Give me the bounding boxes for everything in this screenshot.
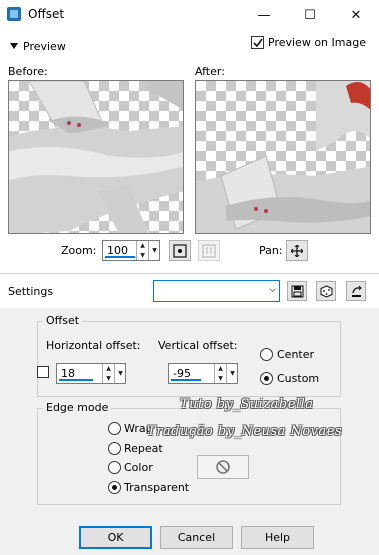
pan-move-icon <box>291 244 303 257</box>
zoom-stepper[interactable]: 100 ▲ ▼ ▼ <box>102 240 160 261</box>
edge-repeat-label: Repeat <box>124 442 163 455</box>
offset-center-label: Center <box>277 348 315 361</box>
pan-label: Pan: <box>259 244 283 257</box>
edge-transparent-radio[interactable]: Transparent <box>108 480 198 496</box>
offset-custom-label: Custom <box>277 372 320 385</box>
watermark-line-1: Tuto by_Suizabella <box>180 397 314 412</box>
psp-app-icon <box>7 7 21 21</box>
spin-down-icon: ▼ <box>218 374 223 382</box>
randomize-button[interactable] <box>316 281 336 301</box>
ok-button[interactable]: OK <box>79 526 152 549</box>
randomize-icon <box>320 284 332 298</box>
zoom-actual-icon <box>202 243 216 258</box>
cancel-button[interactable]: Cancel <box>160 526 233 549</box>
settings-row: Settings ⌵ <box>0 274 379 308</box>
horizontal-spin[interactable]: ▲ ▼ <box>102 364 114 383</box>
chevron-down-icon: ⌵ <box>269 285 276 295</box>
vertical-spin[interactable]: ▲ ▼ <box>214 364 226 383</box>
preview-panel: Preview Preview on Image Before: After: <box>0 30 379 273</box>
horizontal-dropdown[interactable]: ▼ <box>114 364 126 383</box>
vertical-underline <box>171 379 201 381</box>
zoom-underline <box>105 256 135 258</box>
horizontal-offset-label: Horizontal offset: <box>46 339 141 352</box>
chevron-down-icon <box>10 43 18 49</box>
link-offsets-checkbox[interactable] <box>37 366 49 378</box>
horizontal-offset-stepper[interactable]: 18 ▲ ▼ ▼ <box>56 363 126 384</box>
close-icon: ✕ <box>350 7 362 23</box>
dropdown-arrow-icon: ▼ <box>230 370 235 377</box>
dropdown-arrow-icon: ▼ <box>152 247 157 254</box>
help-button[interactable]: Help <box>241 526 314 549</box>
radio-circle <box>108 442 121 455</box>
edge-repeat-radio[interactable]: Repeat <box>108 441 188 457</box>
edge-color-label: Color <box>124 461 153 474</box>
after-image-content <box>196 81 370 233</box>
before-image-content <box>9 81 183 233</box>
zoom-label: Zoom: <box>61 244 97 257</box>
watermark-line-2: Tradução by_Neusa Novaes <box>147 424 343 439</box>
radio-circle-selected <box>108 481 121 494</box>
title-bar: Offset — ☐ ✕ <box>0 0 379 30</box>
vertical-dropdown[interactable]: ▼ <box>226 364 238 383</box>
vertical-offset-label: Vertical offset: <box>158 339 238 352</box>
preview-label: Preview <box>23 40 66 53</box>
minimize-button[interactable]: — <box>241 0 287 30</box>
edge-transparent-label: Transparent <box>124 481 190 494</box>
zoom-spin[interactable]: ▲ ▼ <box>136 241 148 260</box>
preset-dropdown[interactable]: ⌵ <box>153 280 280 302</box>
zoom-fit-icon <box>173 243 187 258</box>
settings-label: Settings <box>8 285 54 298</box>
pan-button[interactable] <box>286 240 308 261</box>
window-title: Offset <box>28 7 65 21</box>
maximize-button[interactable]: ☐ <box>287 0 333 30</box>
radio-circle <box>260 348 273 361</box>
before-label: Before: <box>8 65 48 78</box>
zoom-actual-button[interactable] <box>198 240 220 261</box>
radio-circle <box>108 461 121 474</box>
spin-up-icon: ▲ <box>106 365 111 372</box>
dropdown-arrow-icon: ▼ <box>118 370 123 377</box>
maximize-icon: ☐ <box>304 7 316 23</box>
preview-on-image-label: Preview on Image <box>268 36 366 49</box>
reset-button[interactable] <box>346 281 366 301</box>
offset-custom-radio[interactable]: Custom <box>260 371 330 387</box>
spin-down-icon: ▼ <box>106 374 111 382</box>
spin-up-icon: ▲ <box>218 365 223 372</box>
after-preview-image <box>195 80 371 234</box>
edge-mode-group-title: Edge mode <box>43 401 112 414</box>
save-preset-button[interactable] <box>287 281 307 301</box>
reset-icon <box>351 285 362 297</box>
preview-on-image-checkbox[interactable]: Preview on Image <box>251 35 366 51</box>
no-color-icon <box>216 460 230 474</box>
offset-group-title: Offset <box>43 314 83 327</box>
spin-down-icon: ▼ <box>140 251 145 259</box>
save-preset-icon <box>291 285 303 297</box>
spin-up-icon: ▲ <box>140 242 145 249</box>
vertical-offset-stepper[interactable]: -95 ▲ ▼ ▼ <box>168 363 238 384</box>
zoom-dropdown[interactable]: ▼ <box>148 241 160 260</box>
radio-circle-selected <box>260 372 273 385</box>
before-preview-image[interactable] <box>8 80 184 234</box>
edge-color-radio[interactable]: Color <box>108 460 188 476</box>
checkbox-box <box>251 36 264 49</box>
check-icon <box>252 38 263 47</box>
after-label: After: <box>195 65 225 78</box>
radio-circle <box>108 422 121 435</box>
minimize-icon: — <box>257 7 271 23</box>
horizontal-underline <box>59 379 93 381</box>
edge-color-swatch[interactable] <box>197 455 249 479</box>
close-button[interactable]: ✕ <box>333 0 379 30</box>
zoom-fit-button[interactable] <box>169 240 191 261</box>
offset-center-radio[interactable]: Center <box>260 347 330 363</box>
